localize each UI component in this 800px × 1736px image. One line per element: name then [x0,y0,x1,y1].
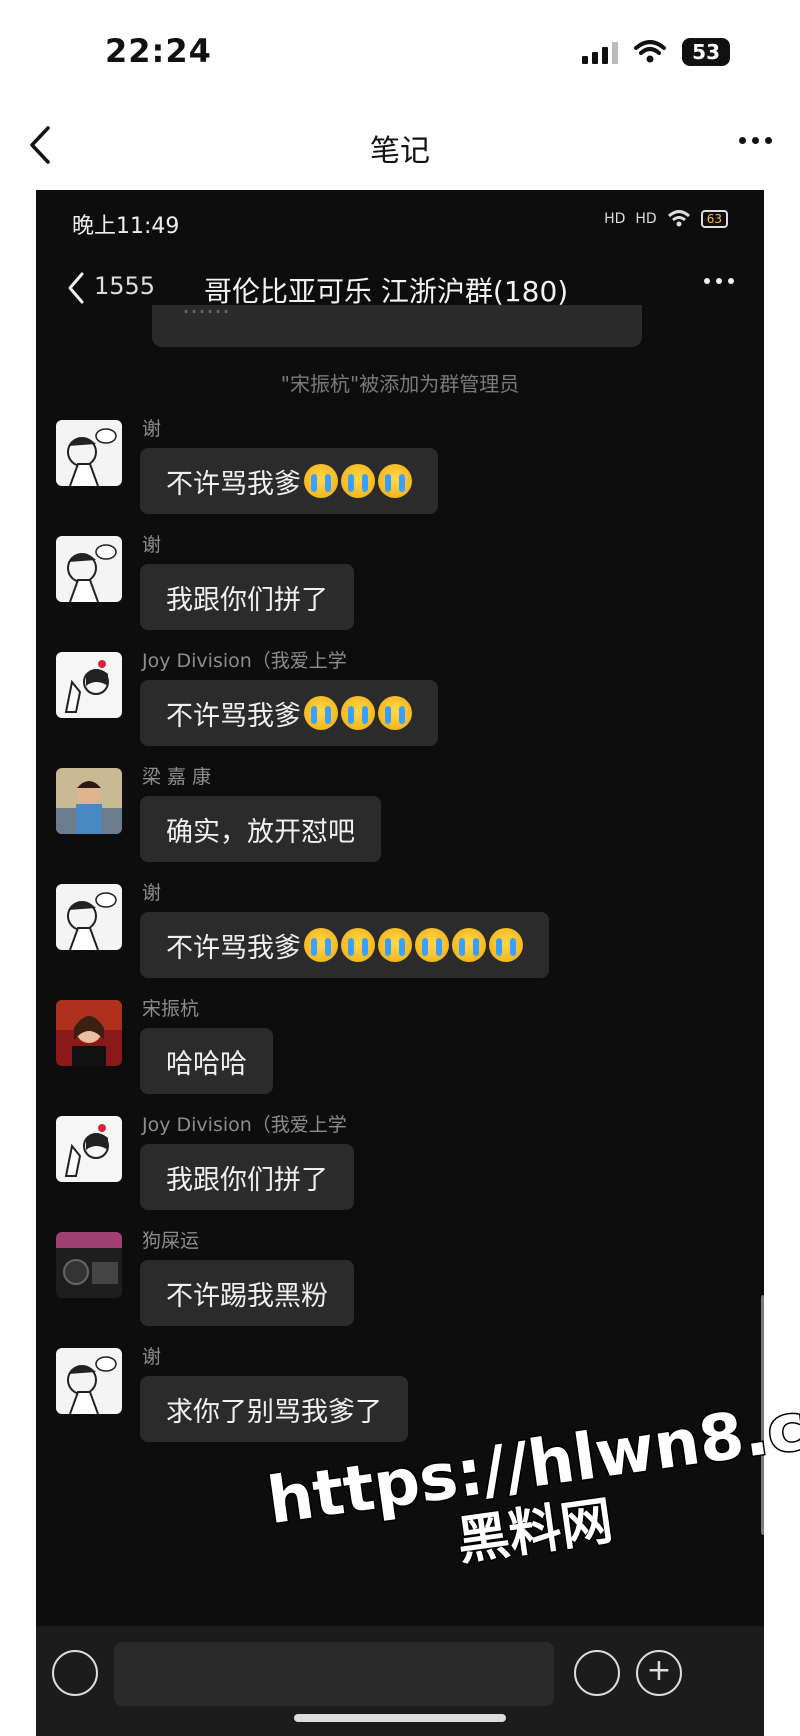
chat-message: 谢不许骂我爹 [36,418,764,530]
avatar[interactable] [56,1116,122,1182]
page-title: 笔记 [370,134,430,169]
chat-back-icon[interactable] [62,268,92,308]
message-bubble[interactable]: 不许骂我爹 [140,912,549,978]
loudly-crying-face-icon [489,928,523,962]
loudly-crying-face-icon [452,928,486,962]
message-bubble[interactable]: 不许踢我黑粉 [140,1260,354,1326]
inner-clock: 晚上11:49 [72,214,180,239]
sender-name: Joy Division（我爱上学 [142,1114,347,1136]
message-text: 不许骂我爹 [166,700,301,732]
chat-message: 狗屎运不许踢我黑粉 [36,1230,764,1342]
message-bubble[interactable]: 我跟你们拼了 [140,1144,354,1210]
message-text: 不许骂我爹 [166,468,301,500]
message-bubble[interactable]: 求你了别骂我爹了 [140,1376,408,1442]
cellular-signal-icon [582,40,619,64]
hd-signal-icon-2: HD [635,211,657,227]
message-input[interactable] [114,1642,554,1706]
clipped-message-bubble: …… [152,305,642,347]
more-options-icon[interactable] [730,120,780,160]
plus-icon[interactable]: + [636,1650,682,1696]
avatar[interactable] [56,1348,122,1414]
message-text: 不许骂我爹 [166,932,301,964]
sender-name: 宋振杭 [142,998,200,1020]
chat-message: 宋振杭哈哈哈 [36,998,764,1110]
loudly-crying-face-icon [341,928,375,962]
sender-name: 谢 [142,418,162,440]
sender-name: 梁 嘉 康 [142,766,212,788]
os-clock: 22:24 [105,32,212,70]
unread-count-badge: 1555 [94,272,156,300]
loudly-crying-face-icon [378,928,412,962]
message-text: 我跟你们拼了 [166,1164,328,1196]
message-bubble[interactable]: 不许骂我爹 [140,448,438,514]
chat-message: 谢不许骂我爹 [36,882,764,994]
loudly-crying-face-icon [304,696,338,730]
loudly-crying-face-icon [378,696,412,730]
home-indicator [294,1714,506,1722]
avatar[interactable] [56,420,122,486]
avatar[interactable] [56,884,122,950]
avatar[interactable] [56,536,122,602]
loudly-crying-face-icon [341,696,375,730]
notes-nav-bar: 笔记 [0,110,800,190]
message-bubble[interactable]: 确实，放开怼吧 [140,796,381,862]
emoji-picker-icon[interactable] [574,1650,620,1696]
chat-message: 梁 嘉 康确实，放开怼吧 [36,766,764,878]
battery-indicator: 53 [682,38,730,66]
loudly-crying-face-icon [304,928,338,962]
message-text: 求你了别骂我爹了 [166,1396,382,1428]
group-chat-title: 哥伦比亚可乐 江浙沪群(180) [204,275,569,308]
sender-name: 狗屎运 [142,1230,200,1252]
avatar[interactable] [56,1000,122,1066]
message-text: 我跟你们拼了 [166,584,328,616]
inner-battery-indicator: 63 [700,210,728,228]
sender-name: 谢 [142,534,162,556]
message-bubble[interactable]: 哈哈哈 [140,1028,273,1094]
hd-signal-icon: HD [604,211,626,227]
inner-status-icons: HD HD 63 [604,210,728,228]
os-status-bar: 22:24 53 [0,0,800,110]
chat-more-icon[interactable] [704,278,734,284]
chat-message: Joy Division（我爱上学我跟你们拼了 [36,1114,764,1226]
inner-status-bar: 晚上11:49 HD HD 63 [36,190,764,250]
voice-input-icon[interactable] [52,1650,98,1696]
message-text: 确实，放开怼吧 [166,816,355,848]
chat-input-bar: + [36,1626,764,1736]
loudly-crying-face-icon [304,464,338,498]
inner-wifi-icon [667,210,690,227]
system-notice: "宋振杭"被添加为群管理员 [280,372,520,396]
avatar[interactable] [56,768,122,834]
loudly-crying-face-icon [341,464,375,498]
message-bubble[interactable]: 我跟你们拼了 [140,564,354,630]
wifi-icon [634,40,667,63]
loudly-crying-face-icon [378,464,412,498]
chat-message: 谢我跟你们拼了 [36,534,764,646]
message-bubble[interactable]: 不许骂我爹 [140,680,438,746]
sender-name: 谢 [142,1346,162,1368]
avatar[interactable] [56,1232,122,1298]
loudly-crying-face-icon [415,928,449,962]
sender-name: Joy Division（我爱上学 [142,650,347,672]
message-text: 哈哈哈 [166,1048,247,1080]
sender-name: 谢 [142,882,162,904]
chat-message: Joy Division（我爱上学不许骂我爹 [36,650,764,762]
message-text: 不许踢我黑粉 [166,1280,328,1312]
os-status-icons: 53 [582,38,730,66]
avatar[interactable] [56,652,122,718]
